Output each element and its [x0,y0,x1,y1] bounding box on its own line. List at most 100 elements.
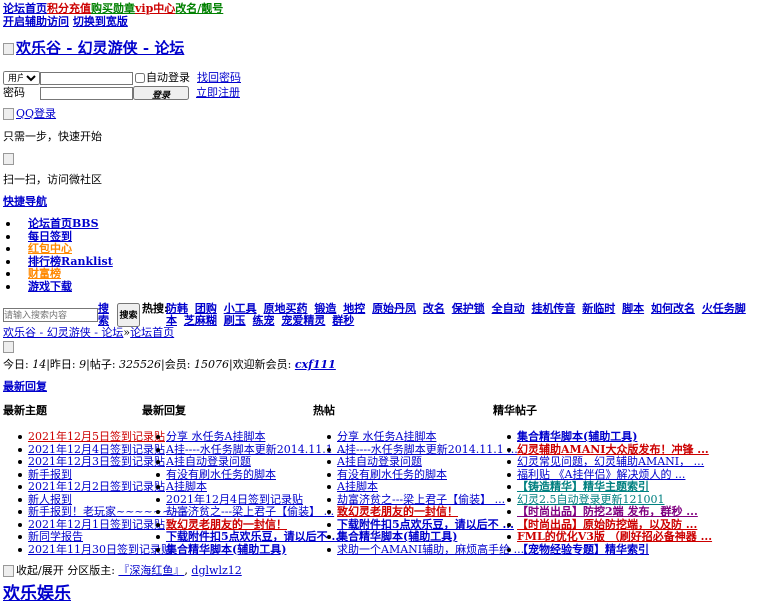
password-input[interactable] [40,86,133,100]
thread-link[interactable]: 2021年11月30日签到记录贴 [28,543,172,556]
thread-link[interactable]: A挂脚本 [337,480,378,493]
thread-link[interactable]: 【时尚出品】防挖2端 发布，群秒 ... [517,505,698,518]
top-nav-link[interactable]: 改名/靓号 [175,2,223,15]
thread-link[interactable]: A挂自动登录问题 [337,455,422,468]
login-type-select[interactable]: 用户名 [3,71,40,85]
new-member-link[interactable]: cxf111 [295,358,336,371]
list-item[interactable]: 求助一个AMANI辅助，麻烦高手给 ... [326,543,524,557]
hot-search-term[interactable]: 芝麻糊 [184,314,217,327]
thread-link[interactable]: 下载附件扣5点欢乐豆，请以后不 ... [337,518,514,531]
thread-link[interactable]: 幻灵2.5自动登录更新121001 [517,493,664,506]
thread-link[interactable]: A挂脚本 [166,480,207,493]
section-title[interactable]: 欢乐娱乐 [3,584,71,605]
nav-item-link[interactable]: 每日签到 [28,230,72,243]
hot-search-term[interactable]: 脚本 [622,302,644,315]
thread-link[interactable]: 致幻灵老朋友的一封信！ [337,505,458,518]
nav-item-link[interactable]: 论坛首页BBS [28,217,99,230]
list-item[interactable]: 【宠物经验专题】精华索引 [506,543,712,557]
qq-login-link[interactable]: QQ登录 [16,107,56,120]
thread-link[interactable]: 下载附件扣5点欢乐豆，请以后不 ... [166,530,343,543]
thread-link[interactable]: 幻灵辅助AMANI大众版发布！冲锋 ... [517,443,709,456]
top-nav-link[interactable]: vip中心 [135,2,175,15]
hot-search-term[interactable]: 宠爱精灵 [281,314,325,327]
qq-login[interactable]: QQ登录 [3,107,56,121]
search-button[interactable]: 搜索 [117,303,140,327]
find-password-link[interactable]: 找回密码 [197,71,241,85]
hot-search-term[interactable]: 全自动 [492,302,525,315]
collapse-icon[interactable] [3,565,14,577]
autologin-checkbox[interactable] [135,73,145,83]
hot-search-label: 热搜: [142,302,169,315]
thread-link[interactable]: 福利贴 《A挂伴侣》解决烦人的 ... [517,468,685,481]
latest-reply-link[interactable]: 最新回复 [3,380,47,393]
login-button[interactable]: 登录 [133,86,189,100]
hot-search-term[interactable]: 原始丹凤 [372,302,416,315]
thread-link[interactable]: 2021年12月1日签到记录贴 [28,518,165,531]
site-logo[interactable]: 欢乐谷 - 幻灵游侠 - 论坛 [3,39,184,57]
thread-link[interactable]: 集合精华脚本(辅助工具) [166,543,286,556]
thread-link[interactable]: 集合精华脚本(辅助工具) [337,530,457,543]
thread-link[interactable]: 2021年12月3日签到记录贴 [28,455,165,468]
nav-item-link[interactable]: 游戏下载 [28,280,72,293]
search-type-link[interactable]: 搜索 [98,303,110,327]
thread-link[interactable]: 【铸造精华】精华主题索引 [517,480,649,493]
breadcrumb-current[interactable]: 论坛首页 [130,326,174,339]
password-label: 密码 [3,85,25,99]
top-nav-link[interactable]: 购买勋章 [91,2,135,15]
register-link[interactable]: 立即注册 [196,86,240,100]
top-nav-link[interactable]: 论坛首页 [3,2,47,15]
thread-link[interactable]: 集合精华脚本(辅助工具) [517,430,637,443]
logo-alt-text[interactable]: 欢乐谷 - 幻灵游侠 - 论坛 [16,39,184,57]
forum-stats: 今日: 14|昨日: 9|帖子: 325526|会员: 15076|欢迎新会员:… [3,358,336,371]
hot-search-term[interactable]: 保护锁 [452,302,485,315]
quick-nav-link[interactable]: 快捷导航 [3,195,47,208]
thread-link[interactable]: 新人报到 [28,493,72,506]
nav-item[interactable]: 游戏下载 [6,280,113,294]
thread-link[interactable]: 幻灵常见问题，幻灵辅助AMANI， ... [517,455,704,468]
quick-nav[interactable]: 快捷导航 [3,195,47,209]
thread-link[interactable]: 劫富济贫之---梁上君子【偷装】 ... [337,493,505,506]
latest-reply[interactable]: 最新回复 [3,380,47,394]
thread-link[interactable]: 有没有刷水任务的脚本 [166,468,276,481]
thread-link[interactable]: 2021年12月2日签到记录贴 [28,480,165,493]
new-replies-list: 分享 水任务A挂脚本 A挂----水任务脚本更新2014.11.1 ... A挂自动… [156,430,347,557]
thread-link[interactable]: FML的优化V3版 （刷好招必备神器 ... [517,530,712,543]
hot-search-term[interactable]: 刷玉 [224,314,246,327]
moderator-link[interactable]: 『深海红鱼』 [118,564,184,577]
nav-item-link[interactable]: 排行榜Ranklist [28,255,113,268]
thread-link[interactable]: A挂----水任务脚本更新2014.11.1 ... [337,443,518,456]
breadcrumb-site[interactable]: 欢乐谷 - 幻灵游侠 - 论坛 [3,326,123,339]
search-input[interactable] [3,308,98,322]
thread-link[interactable]: 【时尚出品】原始防挖端，以及防 ... [517,518,697,531]
username-input[interactable] [40,71,133,85]
hot-search-term[interactable]: 练宠 [253,314,275,327]
thread-link[interactable]: 2021年12月4日签到记录贴 [28,443,165,456]
thread-link[interactable]: A挂----水任务脚本更新2014.11.1 ... [166,443,347,456]
thread-link[interactable]: 求助一个AMANI辅助，麻烦高手给 ... [337,543,524,556]
thread-link[interactable]: 【宠物经验专题】精华索引 [517,543,649,556]
thread-link[interactable]: 分享 水任务A挂脚本 [337,430,436,443]
thread-link[interactable]: 分享 水任务A挂脚本 [166,430,265,443]
accessibility-link[interactable]: 开启辅助访问 [3,15,69,28]
scan-text: 扫一扫，访问微社区 [3,173,102,186]
thread-link[interactable]: 2021年12月5日签到记录贴 [28,430,165,443]
nav-item-link[interactable]: 财富榜 [28,267,61,280]
thread-link[interactable]: 新同学报告 [28,530,83,543]
hot-search-term[interactable]: 新临时 [582,302,615,315]
thread-link[interactable]: 新手报到 [28,468,72,481]
nav-item-link[interactable]: 红包中心 [28,242,72,255]
thread-link[interactable]: 劫富济贫之---梁上君子【偷装】 ... [166,505,334,518]
top-nav: 论坛首页积分充值购买勋章vip中心改名/靓号 [3,2,223,16]
hot-search-term[interactable]: 群秒 [332,314,354,327]
moderator-link[interactable]: dglwlz12 [191,564,241,577]
hot-search-term[interactable]: 挂机传音 [531,302,575,315]
thread-link[interactable]: 有没有刷水任务的脚本 [337,468,447,481]
wide-mode-link[interactable]: 切换到宽版 [73,15,128,28]
hot-search-term[interactable]: 改名 [423,302,445,315]
top-nav-link[interactable]: 积分充值 [47,2,91,15]
thread-link[interactable]: 致幻灵老朋友的一封信！ [166,518,287,531]
thread-link[interactable]: 2021年12月4日签到记录贴 [166,493,303,506]
list-item[interactable]: 集合精华脚本(辅助工具) [156,543,347,557]
hot-search-term[interactable]: 如何改名 [651,302,695,315]
thread-link[interactable]: A挂自动登录问题 [166,455,251,468]
